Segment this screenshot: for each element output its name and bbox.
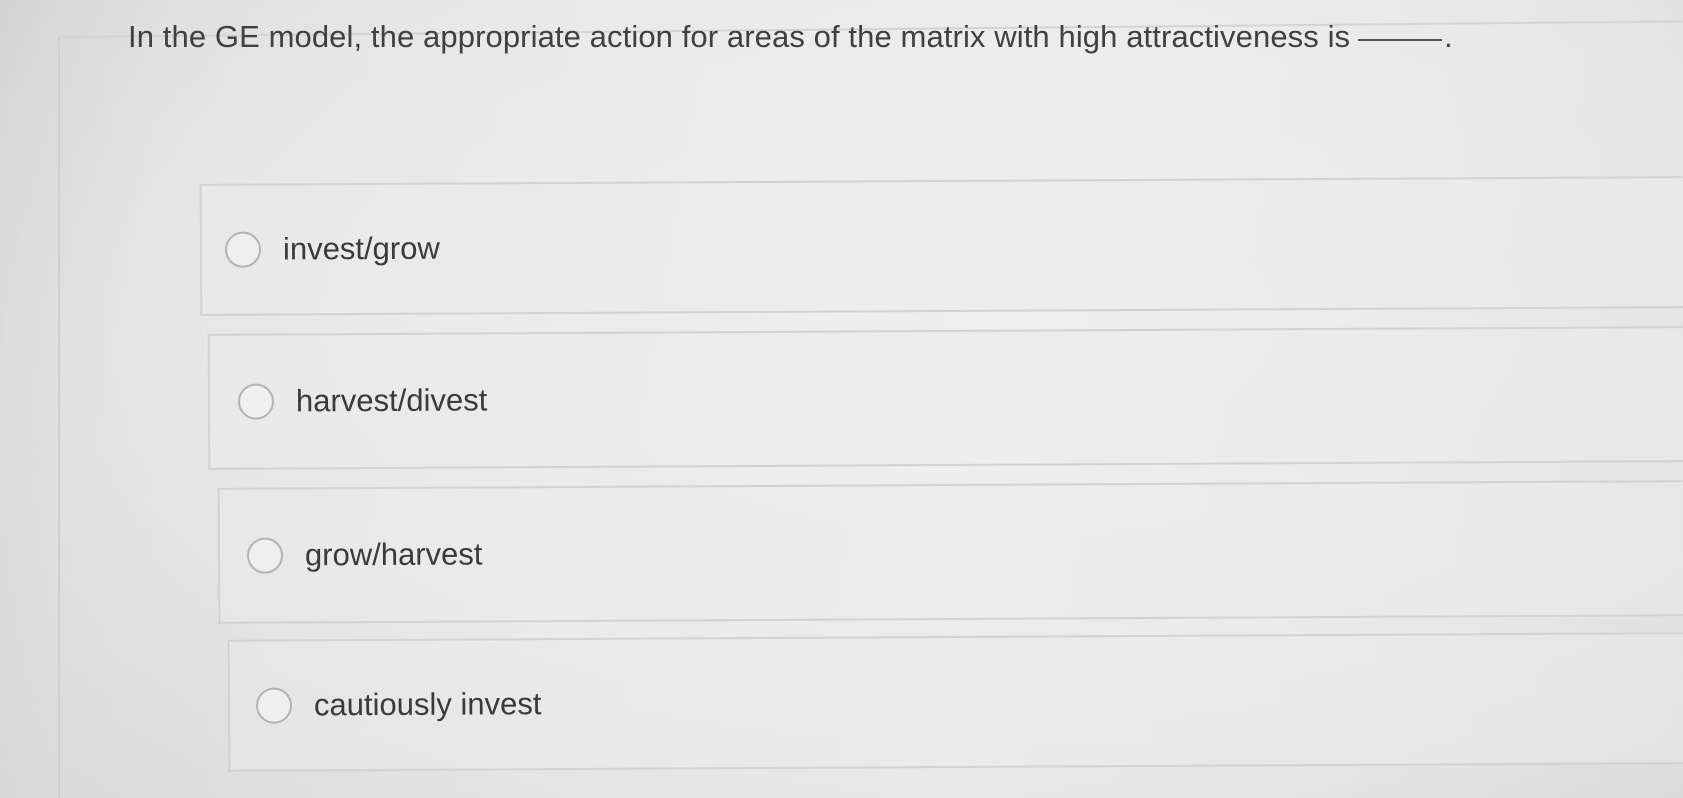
radio-button-icon[interactable] (246, 537, 284, 574)
answer-blank (1358, 39, 1443, 41)
question-text: In the GE model, the appropriate action … (128, 19, 1453, 55)
answer-option-label: invest/grow (282, 230, 440, 267)
answer-option-label: cautiously invest (313, 686, 542, 723)
answer-option-cautiously-invest[interactable]: cautiously invest (227, 632, 1683, 772)
answer-option-label: harvest/divest (295, 382, 488, 419)
radio-button-icon[interactable] (237, 383, 275, 420)
question-period: . (1444, 19, 1453, 54)
answer-option-invest-grow[interactable]: invest/grow (199, 176, 1683, 316)
question-prompt: In the GE model, the appropriate action … (128, 19, 1351, 54)
radio-button-icon[interactable] (255, 687, 293, 724)
answer-option-label: grow/harvest (304, 536, 483, 573)
answer-option-grow-harvest[interactable]: grow/harvest (217, 480, 1683, 624)
question-panel-border (58, 36, 114, 798)
radio-button-icon[interactable] (224, 231, 262, 268)
answer-option-harvest-divest[interactable]: harvest/divest (207, 326, 1683, 470)
